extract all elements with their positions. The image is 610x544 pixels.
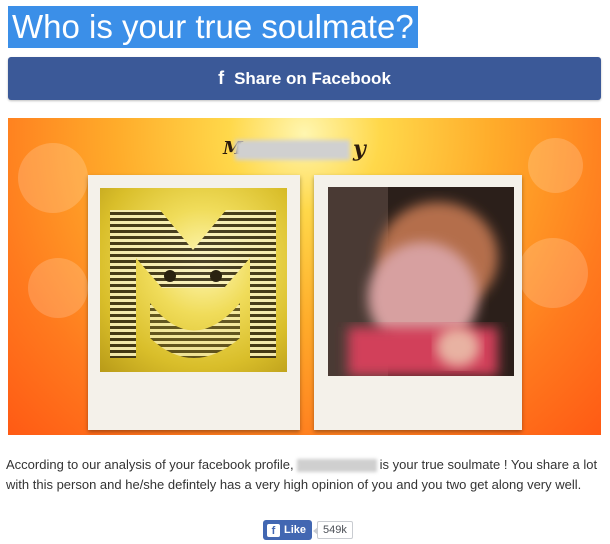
description-name-redaction	[296, 459, 377, 473]
bokeh-light	[18, 143, 88, 213]
name-visible-end: y	[353, 136, 366, 162]
like-count: 549k	[313, 521, 353, 539]
like-button[interactable]: f Like	[263, 520, 313, 540]
bokeh-light	[28, 258, 88, 318]
polaroid-frame-user	[88, 175, 300, 430]
polaroid-frame-soulmate	[314, 175, 522, 430]
description-part1: According to our analysis of your facebo…	[6, 457, 294, 472]
facebook-icon: f	[267, 523, 280, 537]
share-on-facebook-button[interactable]: f Share on Facebook	[8, 57, 601, 100]
user-profile-photo	[100, 188, 287, 372]
page-title: Who is your true soulmate?	[12, 8, 414, 45]
blurred-person-photo	[328, 187, 514, 376]
bokeh-light	[528, 138, 583, 193]
share-button-label: Share on Facebook	[234, 68, 391, 88]
facebook-f-icon: f	[218, 68, 225, 88]
result-description: According to our analysis of your facebo…	[6, 455, 604, 495]
name-redaction	[235, 140, 350, 160]
soulmate-photo	[328, 187, 514, 376]
page-title-highlight: Who is your true soulmate?	[8, 6, 418, 48]
result-image: M y	[8, 118, 601, 435]
bokeh-light	[518, 238, 588, 308]
like-button-label: Like	[284, 524, 307, 536]
soulmate-name-blurred: M y	[223, 132, 388, 164]
striped-logo-icon	[110, 210, 276, 358]
like-widget: f Like 549k	[263, 520, 353, 540]
